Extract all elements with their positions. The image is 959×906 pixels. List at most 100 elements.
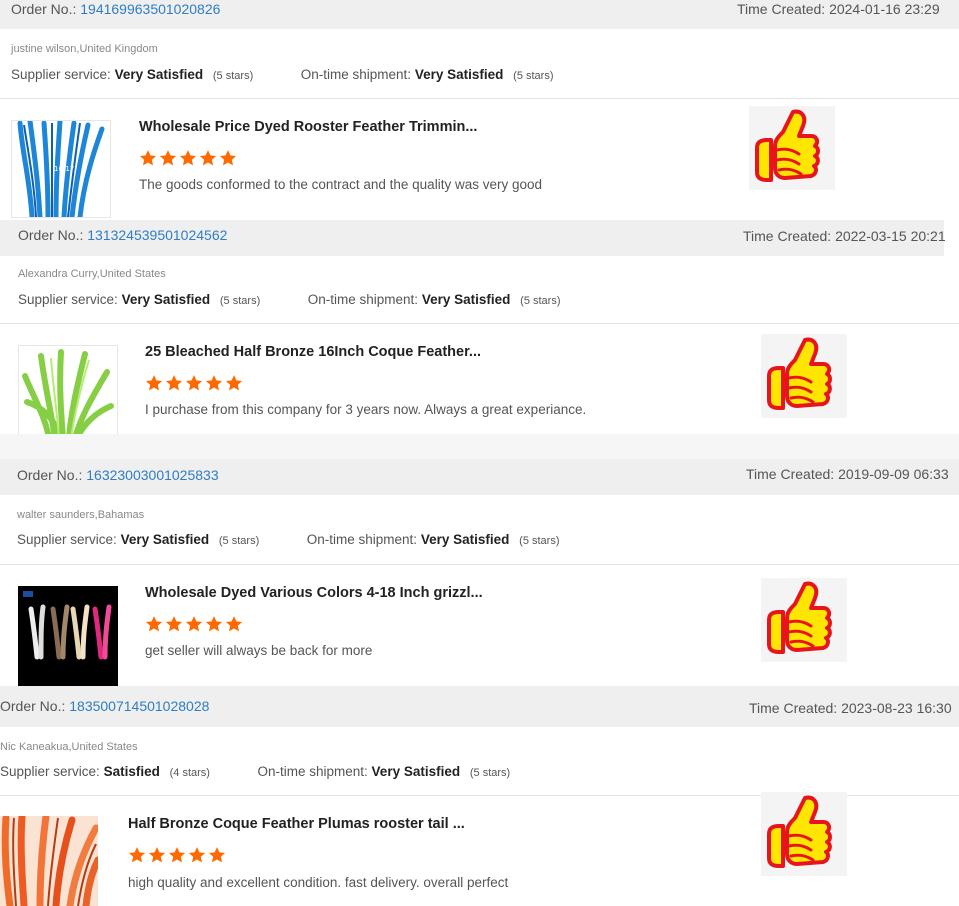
review-comment: The goods conformed to the contract and …: [139, 177, 542, 192]
thumbs-up-icon: [749, 106, 835, 190]
order-number: Order No.: 16323003001025833: [17, 467, 219, 483]
shipment-value: Very Satisfied: [421, 292, 511, 307]
ratings-row: Supplier service: Very Satisfied (5 star…: [18, 292, 561, 307]
product-image[interactable]: [0, 816, 98, 906]
star-icon: [148, 847, 166, 863]
rating-stars: [139, 149, 237, 167]
supplier-label: Supplier service:: [0, 764, 100, 779]
order-label: Order No.:: [18, 227, 84, 243]
rating-stars: [145, 374, 243, 392]
order-bar: Order No.: 131324539501024562 Time Creat…: [0, 220, 946, 256]
star-icon: [205, 375, 223, 391]
ratings-row: Supplier service: Very Satisfied (5 star…: [11, 67, 554, 82]
thumbs-up-icon: [761, 334, 847, 418]
star-icon: [185, 375, 203, 391]
review-comment: I purchase from this company for 3 years…: [145, 402, 587, 417]
order-bar: Order No.: 16323003001025833 Time Create…: [0, 459, 959, 495]
buyer-name: Nic Kaneakua,United States: [0, 741, 138, 753]
supplier-label: Supplier service:: [11, 67, 111, 82]
time-value: 2023-08-23 16:30: [841, 700, 952, 716]
supplier-label: Supplier service:: [17, 532, 117, 547]
buyer-name: walter saunders,Bahamas: [17, 509, 145, 521]
star-icon: [165, 616, 183, 632]
shipment-label: On-time shipment:: [306, 532, 418, 547]
order-number-link[interactable]: 16323003001025833: [86, 467, 218, 483]
shipment-stars: (5 stars): [520, 295, 561, 307]
time-value: 2022-03-15 20:21: [835, 228, 946, 244]
product-title[interactable]: Wholesale Dyed Various Colors 4-18 Inch …: [145, 585, 483, 601]
time-created: Time Created: 2019-09-09 06:33: [746, 466, 949, 482]
star-icon: [159, 150, 177, 166]
star-icon: [128, 847, 146, 863]
product-image[interactable]: 16-17: [11, 120, 111, 218]
product-title[interactable]: 25 Bleached Half Bronze 16Inch Coque Fea…: [145, 344, 481, 360]
supplier-stars: (5 stars): [218, 535, 260, 547]
time-label: Time Created:: [746, 466, 835, 482]
time-label: Time Created:: [749, 700, 838, 716]
time-created: Time Created: 2023-08-23 16:30: [749, 700, 952, 716]
ratings-row: Supplier service: Satisfied (4 stars) On…: [0, 764, 510, 779]
order-number-link[interactable]: 194169963501020826: [80, 1, 220, 17]
thumbs-up-icon: [761, 578, 847, 662]
buyer-name: Alexandra Curry,United States: [18, 268, 166, 280]
shipment-value: Very Satisfied: [371, 764, 461, 779]
rating-stars: [128, 846, 226, 864]
shipment-stars: (5 stars): [469, 767, 511, 779]
star-icon: [179, 150, 197, 166]
star-icon: [145, 616, 163, 632]
order-number: Order No.: 183500714501028028: [0, 698, 209, 714]
shipment-stars: (5 stars): [519, 535, 560, 547]
star-icon: [168, 847, 186, 863]
star-icon: [165, 375, 183, 391]
supplier-stars: (5 stars): [212, 70, 254, 82]
star-icon: [225, 616, 243, 632]
product-image[interactable]: [18, 345, 118, 439]
supplier-value: Satisfied: [103, 764, 160, 779]
review-comment: high quality and excellent condition. fa…: [128, 875, 509, 890]
order-number: Order No.: 194169963501020826: [11, 1, 220, 17]
order-label: Order No.:: [0, 698, 66, 714]
star-icon: [139, 150, 157, 166]
time-label: Time Created:: [743, 228, 832, 244]
order-label: Order No.:: [11, 1, 77, 17]
supplier-stars: (5 stars): [219, 295, 261, 307]
rating-stars: [145, 615, 243, 633]
star-icon: [205, 616, 223, 632]
shipment-value: Very Satisfied: [420, 532, 510, 547]
star-icon: [188, 847, 206, 863]
product-title[interactable]: Half Bronze Coque Feather Plumas rooster…: [128, 816, 465, 832]
divider: [0, 323, 959, 324]
star-icon: [208, 847, 226, 863]
divider: [0, 564, 959, 565]
time-created: Time Created: 2022-03-15 20:21: [743, 228, 946, 244]
time-value: 2019-09-09 06:33: [838, 466, 949, 482]
supplier-value: Very Satisfied: [114, 67, 204, 82]
supplier-stars: (4 stars): [169, 767, 210, 779]
ratings-row: Supplier service: Very Satisfied (5 star…: [17, 532, 560, 547]
product-image[interactable]: [18, 586, 118, 686]
order-bar: Order No.: 183500714501028028 Time Creat…: [0, 686, 959, 727]
review-comment: get seller will always be back for more: [145, 643, 373, 658]
order-number: Order No.: 131324539501024562: [18, 227, 227, 243]
order-number-link[interactable]: 183500714501028028: [69, 698, 209, 714]
supplier-value: Very Satisfied: [121, 292, 211, 307]
time-created: Time Created: 2024-01-16 23:29: [737, 1, 940, 17]
shipment-label: On-time shipment:: [300, 67, 412, 82]
spacer-strip: [0, 434, 959, 459]
shipment-value: Very Satisfied: [414, 67, 504, 82]
shipment-label: On-time shipment:: [307, 292, 419, 307]
buyer-name: justine wilson,United Kingdom: [11, 43, 158, 55]
thumbs-up-icon: [761, 792, 847, 876]
time-value: 2024-01-16 23:29: [829, 1, 940, 17]
star-icon: [145, 375, 163, 391]
supplier-label: Supplier service:: [18, 292, 118, 307]
shipment-stars: (5 stars): [513, 70, 554, 82]
order-label: Order No.:: [17, 467, 83, 483]
product-title[interactable]: Wholesale Price Dyed Rooster Feather Tri…: [139, 119, 477, 135]
star-icon: [225, 375, 243, 391]
time-label: Time Created:: [737, 1, 826, 17]
order-number-link[interactable]: 131324539501024562: [87, 227, 227, 243]
star-icon: [219, 150, 237, 166]
shipment-label: On-time shipment:: [257, 764, 368, 779]
star-icon: [199, 150, 217, 166]
